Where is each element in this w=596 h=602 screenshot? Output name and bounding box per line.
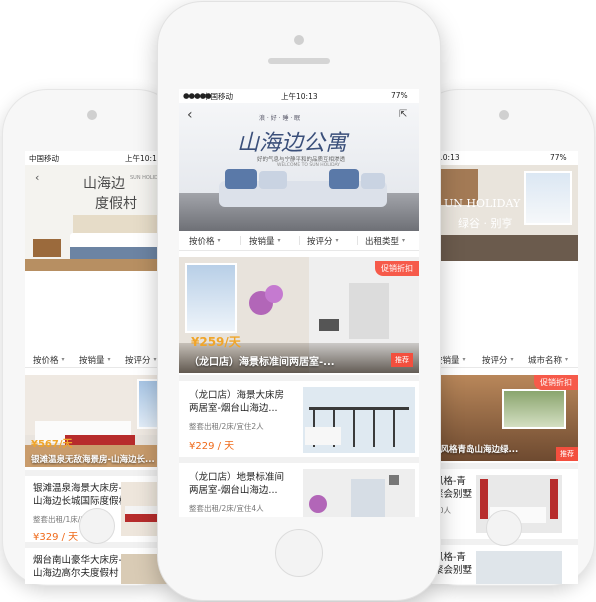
back-icon[interactable]: ‹ [187,107,193,123]
home-button[interactable] [486,510,522,546]
hero-title-2: 度假村 [95,196,137,212]
filter-price[interactable]: 按价格 ▾ [189,231,221,250]
filter-bar: 按价格 ▾ 按销量 ▾ 按评分 ▾ [25,352,169,368]
filter-bar: 按销量 ▾ 按评分 ▾ 城市名称 ▾ [432,352,578,368]
filter-city[interactable]: 城市名称 ▾ [528,352,568,367]
hero-title: 山海边公寓 [237,131,348,156]
listing-title: 银滩温泉海景大床房- 山海边长城国际度假村 [33,483,129,507]
chevron-down-icon: ▾ [335,237,339,244]
listing-card[interactable]: （龙口店）海景大床房 两居室-烟台山海边... 整套出租/2床/宜住2人 ¥229… [179,375,419,455]
time-label: 10:13 [438,153,460,162]
filter-rating[interactable]: 按评分 ▾ [125,352,157,367]
chevron-down-icon: ▾ [510,356,514,363]
hero-subtitle: 好的气息与宁静平和的品质互相渗透 [257,157,346,163]
listing-title: 烟台南山豪华大床房- 山海边高尔夫度假村 [33,555,122,579]
hero-title: 山海边 [83,176,125,192]
time-label: 上午10:1 [125,154,157,163]
chevron-down-icon: ▾ [61,356,65,363]
listing-price: ¥329 / 天 [33,532,79,543]
filter-bar: 按价格 ▾ 按销量 ▾ 按评分 ▾ 出租类型 ▾ [179,231,419,251]
filter-price[interactable]: 按价格 ▾ [33,352,65,367]
earpiece [268,58,330,64]
chevron-down-icon: ▾ [153,356,157,363]
chevron-down-icon: ▾ [217,237,221,244]
recommend-badge: 推荐 [391,353,413,367]
featured-listing[interactable]: 促销折扣 ¥259/天 （龙口店）海景标准间两居室-... 推荐 [179,257,419,373]
share-icon[interactable]: ⇱ [399,109,407,120]
filter-rating[interactable]: 按评分 ▾ [482,352,514,367]
listing-info: 整套出租/2床/宜住2人 [189,422,264,431]
status-bar: ●●●●● 中国移动 上午10:13 77% [179,89,419,103]
left-phone: 中国移动 上午10:1 山海边 度假村 SUN HOLIDAY ‹ 按价格 ▾ 按… [3,90,181,585]
chevron-down-icon: ▾ [277,237,281,244]
filter-rental-type[interactable]: 出租类型 ▾ [365,231,405,250]
time-label: 上午10:13 [281,92,318,101]
chevron-down-icon: ▾ [565,356,569,363]
promo-badge: 促销折扣 [375,261,419,276]
home-button[interactable] [79,508,115,544]
listing-title: （龙口店）地景标准间 两居室-烟台山海边... [189,472,285,496]
listing-thumbnail [303,387,415,453]
battery-label: 77% [550,153,567,162]
hero-subtitle-en: WELCOME TO SUN HOLIDAY [277,163,340,168]
front-camera [294,35,304,45]
back-icon[interactable]: ‹ [35,171,39,184]
listing-thumbnail [476,551,562,584]
hero-banner: UN HOLIDAY 绿谷 · 别亨 [432,165,578,261]
hero-title: UN HOLIDAY [444,197,521,210]
status-bar: 中国移动 上午10:1 [25,151,169,165]
hero-title-2: 绿谷 · 别亨 [458,217,513,230]
battery-label: 77% [391,91,408,100]
listing-price: ¥229 / 天 [189,441,235,452]
home-button[interactable] [275,529,323,577]
center-screen: ●●●●● 中国移动 上午10:13 77% ‹ ⇱ 浪 · 好 · 睡 · 眠… [179,89,419,517]
listing-thumbnail [303,469,415,517]
recommend-badge: 推荐 [556,447,578,461]
featured-listing[interactable]: 促销折扣 推荐 伦风格青岛山海边绿... [432,375,578,461]
listing-card[interactable]: 烟台南山豪华大床房- 山海边高尔夫度假村 [25,542,169,584]
filter-rating[interactable]: 按评分 ▾ [307,231,339,250]
featured-name: 银滩温泉无敌海景房-山海边长... [31,455,155,465]
filter-sales[interactable]: 按销量 ▾ [249,231,281,250]
listing-title: （龙口店）海景大床房 两居室-烟台山海边... [189,390,285,414]
chevron-down-icon: ▾ [462,356,466,363]
promo-badge: 促销折扣 [534,375,578,390]
carrier-label: 中国移动 [29,154,59,163]
featured-name: 伦风格青岛山海边绿... [432,445,519,455]
hero-tags: 浪 · 好 · 睡 · 眠 [259,115,301,122]
chevron-down-icon: ▾ [107,356,111,363]
carrier-label: 中国移动 [203,92,233,101]
hero-banner: ‹ ⇱ 浪 · 好 · 睡 · 眠 山海边公寓 好的气息与宁静平和的品质互相渗透… [179,103,419,231]
chevron-down-icon: ▾ [402,237,406,244]
front-camera [87,110,97,120]
listing-info: 整套出租/2床/宜住4人 [189,504,264,513]
listing-card[interactable]: （龙口店）地景标准间 两居室-烟台山海边... 整套出租/2床/宜住4人 [179,457,419,517]
status-bar: 10:13 77% [432,151,578,165]
featured-name: （龙口店）海景标准间两居室-... [189,357,335,368]
featured-listing[interactable]: ¥567/天 银滩温泉无敌海景房-山海边长... [25,375,169,467]
filter-sales[interactable]: 按销量 ▾ [79,352,111,367]
front-camera [499,110,509,120]
featured-price: ¥567/天 [31,439,73,450]
featured-price: ¥259/天 [191,335,241,349]
center-phone: ●●●●● 中国移动 上午10:13 77% ‹ ⇱ 浪 · 好 · 睡 · 眠… [158,2,440,600]
hero-banner: 山海边 度假村 SUN HOLIDAY ‹ [25,165,169,271]
right-phone: 10:13 77% UN HOLIDAY 绿谷 · 别亨 按销量 ▾ 按评分 ▾ 城… [414,90,594,585]
